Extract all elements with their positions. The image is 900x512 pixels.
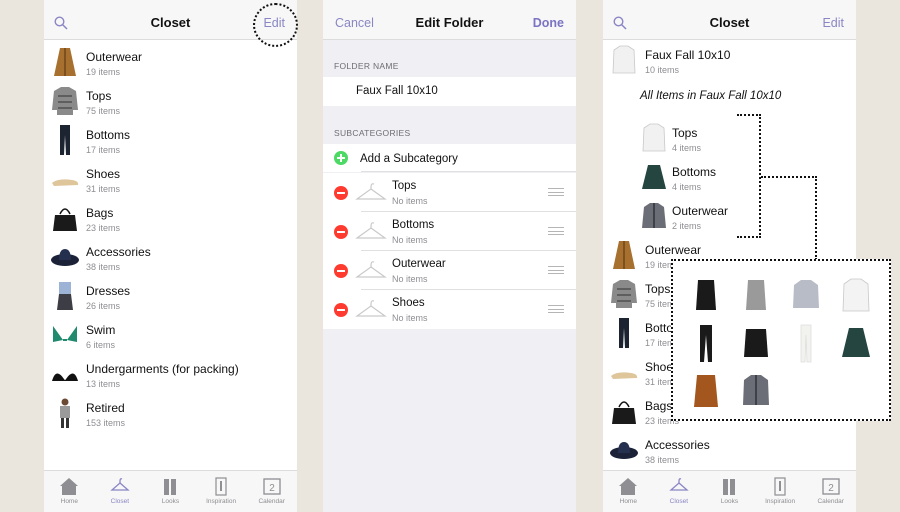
tab-home[interactable]: Home <box>603 471 654 512</box>
svg-text:2: 2 <box>269 483 275 494</box>
subcategory-row[interactable]: Tops No items <box>323 173 576 212</box>
folder-name-header: FOLDER NAME <box>334 61 399 71</box>
reorder-handle-icon[interactable] <box>548 188 564 196</box>
done-button[interactable]: Done <box>533 0 564 46</box>
tab-calendar[interactable]: 2 Calendar <box>246 471 297 512</box>
folder-name-field[interactable]: Faux Fall 10x10 <box>323 77 576 106</box>
jacket-gray-item[interactable] <box>739 371 773 411</box>
hanger-icon <box>355 261 387 278</box>
add-icon[interactable] <box>334 151 348 165</box>
hanger-icon <box>669 478 689 491</box>
home-icon <box>60 478 79 495</box>
blouse-thumbnail <box>642 123 666 152</box>
delete-icon[interactable] <box>334 264 348 278</box>
list-item[interactable]: Bags 23 items <box>44 198 297 237</box>
tab-bar: Home Closet Looks Inspiration 2 Calendar <box>603 470 856 512</box>
edit-folder-screen: Cancel Edit Folder Done FOLDER NAME Faux… <box>323 0 576 512</box>
nav-bar: Closet Edit <box>603 0 856 40</box>
vest-item[interactable] <box>689 371 723 411</box>
tab-inspiration[interactable]: Inspiration <box>196 471 247 512</box>
top-black-item[interactable] <box>689 275 723 315</box>
pants-thumbnail <box>60 125 70 155</box>
tab-calendar[interactable]: 2 Calendar <box>805 471 856 512</box>
shoe-thumbnail <box>611 372 638 379</box>
list-item[interactable]: Outerwear 19 items <box>44 42 297 81</box>
skirt-green-item[interactable] <box>839 323 873 363</box>
tab-closet[interactable]: Closet <box>654 471 705 512</box>
coat-thumbnail <box>613 241 635 269</box>
skirt-thumbnail <box>642 165 666 189</box>
bag-thumbnail <box>612 401 636 424</box>
list-item[interactable]: Undergarments (for packing) 13 items <box>44 354 297 393</box>
hanger-icon <box>110 478 130 491</box>
tab-bar: Home Closet Looks Inspiration 2 Calendar <box>44 470 297 512</box>
subcategory-row[interactable]: Bottoms No items <box>323 212 576 251</box>
folder-item[interactable]: Faux Fall 10x10 10 items <box>603 40 856 79</box>
retired-thumbnail <box>60 398 70 428</box>
pants-black-item[interactable] <box>689 323 723 363</box>
home-icon <box>619 478 638 495</box>
list-item[interactable]: Accessories 38 items <box>44 237 297 276</box>
delete-icon[interactable] <box>334 186 348 200</box>
delete-icon[interactable] <box>334 225 348 239</box>
bag-thumbnail <box>53 208 77 231</box>
sweater-thumbnail <box>611 280 637 308</box>
hanger-icon <box>355 300 387 317</box>
subcategory-row[interactable]: Shoes No items <box>323 290 576 329</box>
swimsuit-thumbnail <box>53 326 77 342</box>
tab-looks[interactable]: Looks <box>145 471 196 512</box>
dress-thumbnail <box>57 282 73 310</box>
looks-icon <box>164 479 177 495</box>
subcategories-header: SUBCATEGORIES <box>334 128 411 138</box>
blouse-thumbnail <box>612 45 636 74</box>
closet-folder-screen: Closet Edit Faux Fall 10x10 10 items All… <box>603 0 856 512</box>
reorder-handle-icon[interactable] <box>548 227 564 235</box>
list-item[interactable]: Shoes 31 items <box>44 159 297 198</box>
pants-thumbnail <box>619 318 629 348</box>
all-items-link[interactable]: All Items in Faux Fall 10x10 <box>640 90 781 102</box>
list-item[interactable]: Swim 6 items <box>44 315 297 354</box>
list-item[interactable]: Accessories 38 items <box>603 430 856 469</box>
calendar-icon: 2 <box>822 478 840 495</box>
tab-home[interactable]: Home <box>44 471 95 512</box>
list-item[interactable]: Bottoms 17 items <box>44 120 297 159</box>
callout-line <box>761 176 817 260</box>
callout-line <box>737 114 761 238</box>
subcategory-row[interactable]: Outerwear No items <box>323 251 576 290</box>
reorder-handle-icon[interactable] <box>548 305 564 313</box>
skirt-black-item[interactable] <box>739 323 773 363</box>
coat-thumbnail <box>54 48 76 76</box>
inspiration-icon <box>215 477 227 496</box>
tab-closet[interactable]: Closet <box>95 471 146 512</box>
list-item[interactable]: Dresses 26 items <box>44 276 297 315</box>
folder-items-grid <box>671 259 891 421</box>
list-item[interactable]: Retired 153 items <box>44 393 297 432</box>
svg-text:2: 2 <box>828 483 834 494</box>
calendar-icon: 2 <box>263 478 281 495</box>
hanger-icon <box>355 222 387 239</box>
edit-highlight-circle <box>253 3 298 47</box>
closet-screen: Closet Edit Outerwear 19 items Tops 75 i… <box>44 0 297 512</box>
jacket-light-item[interactable] <box>789 275 823 315</box>
delete-icon[interactable] <box>334 303 348 317</box>
tab-inspiration[interactable]: Inspiration <box>755 471 806 512</box>
sweater-thumbnail <box>52 87 78 115</box>
top-gray-item[interactable] <box>739 275 773 315</box>
hat-thumbnail <box>610 442 638 459</box>
shoe-thumbnail <box>52 179 79 186</box>
blouse-white-item[interactable] <box>839 275 873 315</box>
nav-bar: Cancel Edit Folder Done <box>323 0 576 40</box>
inspiration-icon <box>774 477 786 496</box>
list-item[interactable]: Tops 75 items <box>44 81 297 120</box>
looks-icon <box>723 479 736 495</box>
pants-white-item[interactable] <box>789 323 823 363</box>
hanger-icon <box>355 183 387 200</box>
jacket-thumbnail <box>642 203 666 228</box>
add-subcategory-row[interactable]: Add a Subcategory <box>323 144 576 172</box>
tab-looks[interactable]: Looks <box>704 471 755 512</box>
folder-name-value: Faux Fall 10x10 <box>356 85 438 97</box>
bra-thumbnail <box>52 373 78 381</box>
hat-thumbnail <box>51 249 79 266</box>
reorder-handle-icon[interactable] <box>548 266 564 274</box>
